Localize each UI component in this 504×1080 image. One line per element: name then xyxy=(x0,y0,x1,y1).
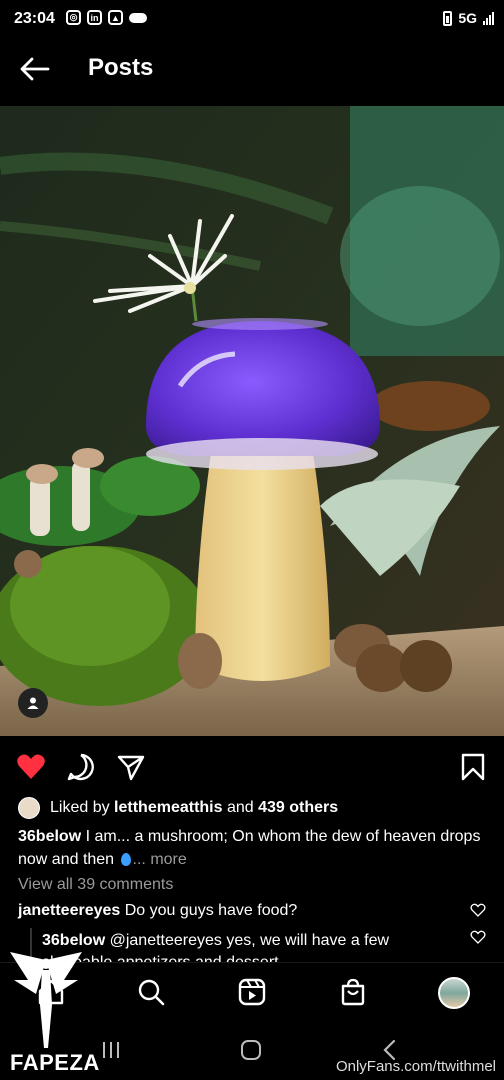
post-caption: 36below I am... a mushroom; On whom the … xyxy=(18,825,488,871)
status-right: 5G xyxy=(443,10,494,26)
watermark-brand: FAPEZA xyxy=(10,1050,100,1075)
back-arrow-icon[interactable] xyxy=(18,54,52,84)
send-icon[interactable] xyxy=(116,752,146,782)
gallery-icon: ▲ xyxy=(108,10,123,25)
status-time: 23:04 xyxy=(14,10,55,27)
cloud-icon xyxy=(129,13,147,23)
caption-text: I am... a mushroom; On whom the dew of h… xyxy=(18,828,481,868)
view-all-comments-link[interactable]: View all 39 comments xyxy=(18,876,173,894)
profile-avatar[interactable] xyxy=(438,977,470,1009)
person-icon xyxy=(27,697,39,709)
status-bar: 23:04 ◎ in ▲ 5G xyxy=(0,0,504,38)
comment-text: Do you guys have food? xyxy=(124,902,298,919)
top-bar: Posts xyxy=(0,38,504,106)
liker-avatar xyxy=(18,797,40,819)
post-image[interactable] xyxy=(0,106,504,736)
reply-like-icon[interactable] xyxy=(470,930,486,944)
comment-user[interactable]: janetteereyes xyxy=(18,902,120,919)
home-button-icon[interactable] xyxy=(240,1039,262,1061)
notification-icons: ◎ in ▲ xyxy=(66,10,147,25)
caption-user[interactable]: 36below xyxy=(18,828,81,845)
reply-user[interactable]: 36below xyxy=(42,932,105,949)
page-title: Posts xyxy=(88,54,154,81)
caption-more-link[interactable]: ... more xyxy=(133,851,187,868)
comment-like-icon[interactable] xyxy=(470,903,486,917)
recent-apps-icon[interactable] xyxy=(100,1040,122,1060)
heart-filled-icon[interactable] xyxy=(16,752,46,782)
post-actions xyxy=(0,748,504,784)
comment-icon[interactable] xyxy=(66,752,96,782)
instagram-icon: ◎ xyxy=(66,10,81,25)
likes-summary[interactable]: Liked by letthemeatthis and 439 others xyxy=(18,796,338,820)
droplet-emoji-icon xyxy=(120,853,131,866)
liked-user[interactable]: letthemeatthis xyxy=(114,799,222,816)
linkedin-icon: in xyxy=(87,10,102,25)
watermark-logo xyxy=(10,952,82,1048)
battery-icon xyxy=(443,10,453,26)
signal-icon xyxy=(483,11,494,25)
likes-text: Liked by letthemeatthis and 439 others xyxy=(50,799,339,816)
network-type: 5G xyxy=(458,10,477,26)
search-icon[interactable] xyxy=(136,977,166,1007)
watermark-url: OnlyFans.com/ttwithmel xyxy=(335,1058,496,1075)
reels-icon[interactable] xyxy=(237,977,267,1007)
shop-icon[interactable] xyxy=(338,977,368,1007)
reply-item: 36below @janetteereyes yes, we will have… xyxy=(42,930,462,962)
tagged-users-button[interactable] xyxy=(18,688,48,718)
bookmark-icon[interactable] xyxy=(458,752,488,782)
liked-others[interactable]: 439 others xyxy=(258,799,338,816)
comment-item: janetteereyes Do you guys have food? xyxy=(18,902,297,920)
mushroom-cocktail-photo xyxy=(0,106,504,736)
